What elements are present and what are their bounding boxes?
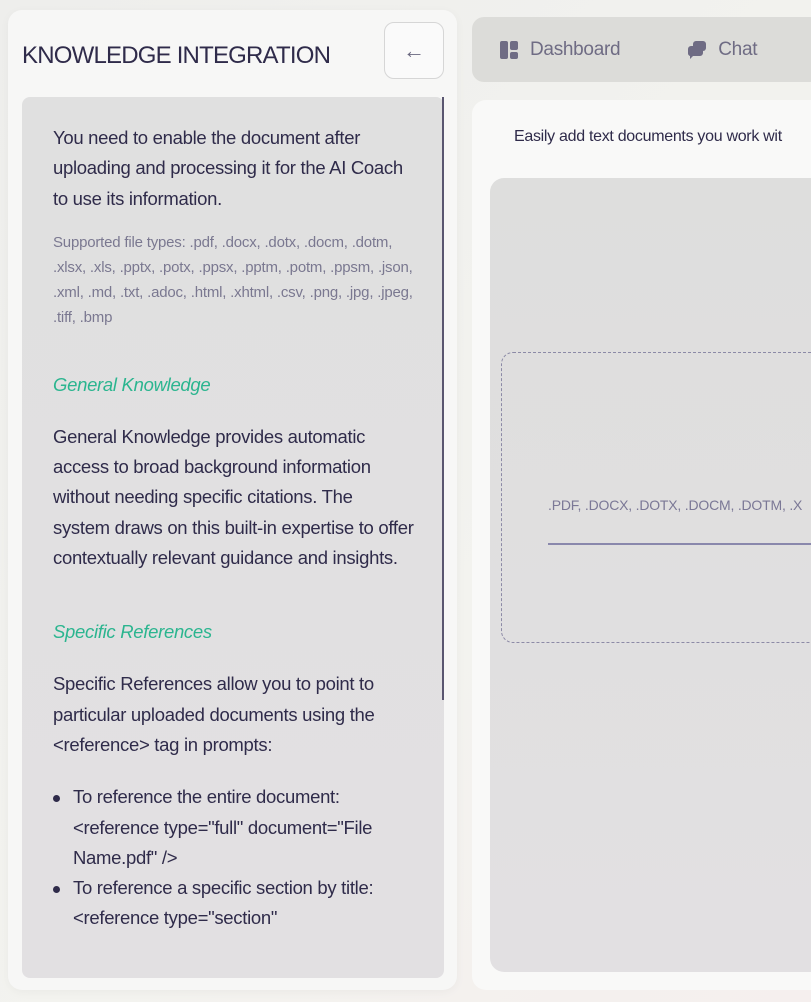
upload-subtitle: Easily add text documents you work wit bbox=[514, 128, 782, 145]
specific-references-heading: Specific References bbox=[53, 621, 212, 643]
nav-chat-label: Chat bbox=[718, 38, 758, 60]
general-knowledge-text: General Knowledge provides automatic acc… bbox=[53, 425, 414, 569]
reference-list: To reference the entire document: <refer… bbox=[53, 782, 414, 933]
chat-icon bbox=[688, 40, 707, 59]
knowledge-panel: KNOWLEDGE INTEGRATION ← You need to enab… bbox=[8, 10, 457, 990]
nav-chat[interactable]: Chat bbox=[688, 39, 757, 61]
general-knowledge-heading: General Knowledge bbox=[53, 373, 211, 395]
nav-dashboard-label: Dashboard bbox=[530, 38, 621, 60]
list-item: To reference the entire document: <refer… bbox=[53, 782, 414, 873]
arrow-left-icon: ← bbox=[403, 37, 425, 63]
nav-dashboard[interactable]: Dashboard bbox=[500, 38, 621, 61]
dropzone-divider bbox=[548, 543, 811, 545]
intro-text: You need to enable the document after up… bbox=[53, 127, 403, 209]
top-nav: Dashboard Chat bbox=[472, 17, 811, 82]
supported-file-types: Supported file types: .pdf, .docx, .dotx… bbox=[53, 233, 413, 326]
file-dropzone[interactable]: .PDF, .DOCX, .DOTX, .DOCM, .DOTM, .X bbox=[501, 352, 811, 643]
dashboard-icon bbox=[500, 40, 518, 59]
scrollbar[interactable] bbox=[442, 97, 444, 700]
specific-references-text: Specific References allow you to point t… bbox=[53, 673, 375, 755]
info-scroll-area[interactable]: You need to enable the document after up… bbox=[22, 97, 444, 978]
dropzone-file-types: .PDF, .DOCX, .DOTX, .DOCM, .DOTM, .X bbox=[548, 497, 803, 513]
back-button[interactable]: ← bbox=[384, 22, 444, 79]
list-item: To reference a specific section by title… bbox=[53, 873, 414, 934]
upload-card: Easily add text documents you work wit .… bbox=[472, 100, 811, 990]
panel-title: KNOWLEDGE INTEGRATION bbox=[22, 42, 331, 69]
